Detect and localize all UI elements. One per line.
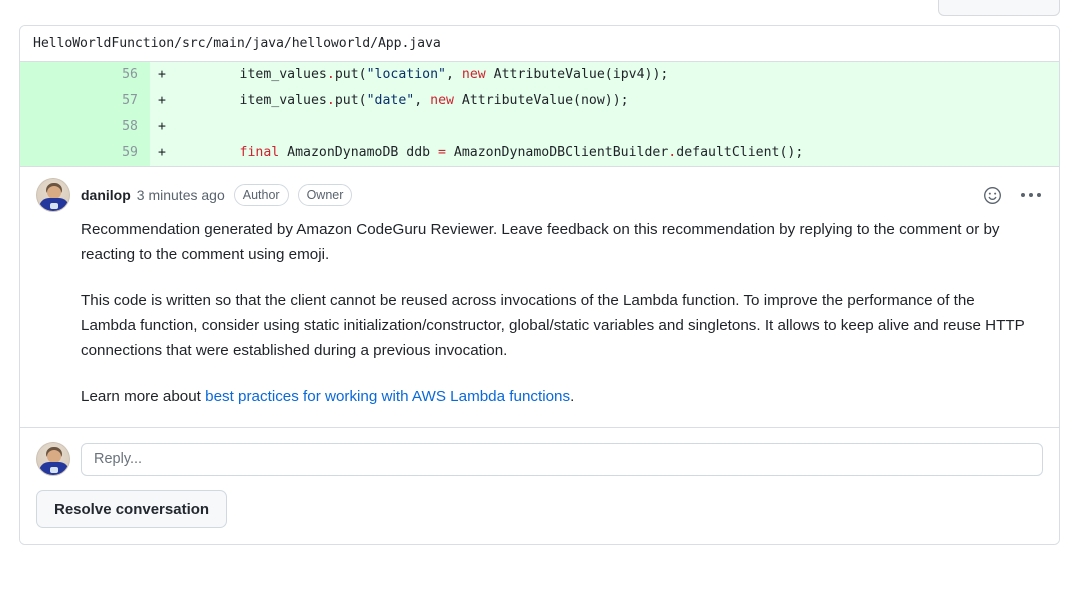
badge-owner: Owner [297,184,353,206]
learn-more-suffix: . [570,388,575,405]
avatar-shirt-logo [50,203,58,209]
reply-row [20,427,1059,490]
diff-line: 58 + [20,114,1059,140]
resolve-conversation-button[interactable]: Resolve conversation [36,490,228,528]
file-path-label: HelloWorldFunction/src/main/java/hellowo… [33,36,441,51]
comment-paragraph-1: Recommendation generated by Amazon CodeG… [81,221,1000,263]
reply-avatar-shirt-logo [50,467,58,473]
avatar[interactable] [36,178,70,212]
diff-line-number[interactable]: 57 [20,88,150,114]
reply-avatar [36,442,70,476]
screenshot-root: HelloWorldFunction/src/main/java/hellowo… [0,0,1078,613]
comment-timestamp: 3 minutes ago [136,187,225,203]
diff-file-header: HelloWorldFunction/src/main/java/hellowo… [20,26,1059,62]
diff-line-code: item_values.put("location", new Attribut… [176,62,1059,88]
diff-line-marker: + [150,88,176,114]
review-thread-container: HelloWorldFunction/src/main/java/hellowo… [19,25,1060,545]
diff-line-marker: + [150,62,176,88]
diff-line-marker: + [150,140,176,166]
diff-line: 59 + final AmazonDynamoDB ddb = AmazonDyn… [20,140,1059,166]
aws-lambda-best-practices-link[interactable]: best practices for working with AWS Lamb… [205,388,570,405]
comment-author[interactable]: danilop [81,187,131,203]
diff-line-code: item_values.put("date", new AttributeVal… [176,88,1059,114]
diff-line-number[interactable]: 56 [20,62,150,88]
diff-body: 56 + item_values.put("location", new Attr… [20,62,1059,166]
comment-body: Recommendation generated by Amazon CodeG… [81,217,1033,409]
diff-line-number[interactable]: 59 [20,140,150,166]
kebab-menu-icon[interactable] [1019,184,1043,206]
review-comment: danilop 3 minutes ago Author Owner Recom… [20,166,1059,427]
diff-line-marker: + [150,114,176,140]
comment-paragraph-2: This code is written so that the client … [81,288,1033,363]
cutoff-toolbar-stub [938,0,1060,16]
learn-more-prefix: Learn more about [81,388,206,405]
comment-learn-more: Learn more about best practices for work… [81,384,1033,409]
diff-line-code: final AmazonDynamoDB ddb = AmazonDynamoD… [176,140,1059,166]
comment-header: danilop 3 minutes ago Author Owner [36,178,1043,212]
resolve-row: Resolve conversation [20,490,1059,544]
diff-line-number[interactable]: 58 [20,114,150,140]
diff-line: 57 + item_values.put("date", new Attribut… [20,88,1059,114]
reply-input[interactable] [81,442,1043,476]
comment-paragraph-2-text: This code is written so that the client … [81,292,1025,359]
diff-line-code [176,114,1059,140]
diff-table: 56 + item_values.put("location", new Attr… [20,62,1059,166]
smiley-face-icon[interactable] [981,184,1003,206]
comment-header-actions [981,184,1043,206]
badge-author: Author [233,184,289,206]
diff-line: 56 + item_values.put("location", new Attr… [20,62,1059,88]
